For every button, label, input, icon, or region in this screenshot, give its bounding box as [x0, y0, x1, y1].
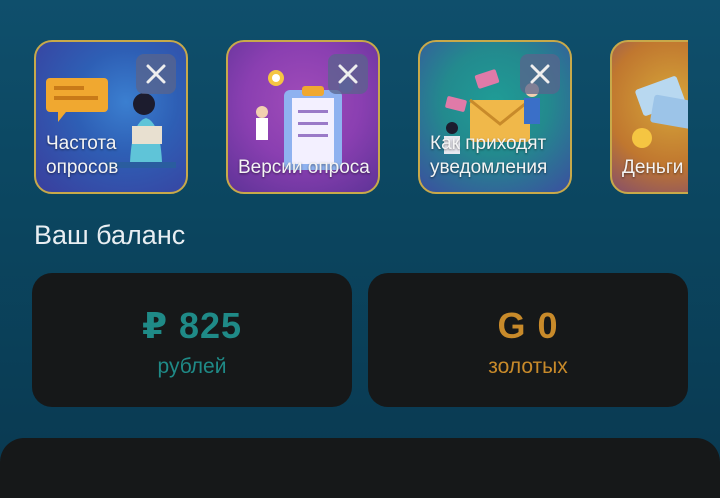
rub-balance-unit: рублей [157, 355, 227, 378]
story-card-survey-frequency[interactable]: Частота опросов [34, 40, 188, 194]
close-story-button[interactable] [136, 54, 176, 94]
story-label: Частота опросов [46, 133, 119, 178]
close-story-button[interactable] [328, 54, 368, 94]
close-icon [338, 64, 358, 84]
close-icon [146, 64, 166, 84]
rub-balance-amount: ₽ 825 [141, 305, 243, 346]
close-icon [530, 64, 550, 84]
close-story-button[interactable] [520, 54, 560, 94]
story-label: Версии опроса [238, 157, 370, 178]
bottom-panel [0, 438, 720, 498]
balance-title: Ваш баланс [34, 220, 186, 250]
gold-balance-card[interactable]: G 0 золотых [368, 273, 688, 407]
stories-carousel[interactable]: Частота опросов Версии опроса Как приход… [34, 40, 688, 198]
story-card-survey-versions[interactable]: Версии опроса [226, 40, 380, 194]
rub-balance-card[interactable]: ₽ 825 рублей [32, 273, 352, 407]
story-label: Деньги призы [622, 157, 688, 178]
story-label: Как приходят уведомления [430, 133, 548, 178]
story-card-money-prizes[interactable]: Деньги призы [610, 40, 688, 194]
gold-balance-amount: G 0 [497, 305, 559, 346]
gold-balance-unit: золотых [488, 355, 568, 378]
story-card-notifications[interactable]: Как приходят уведомления [418, 40, 572, 194]
